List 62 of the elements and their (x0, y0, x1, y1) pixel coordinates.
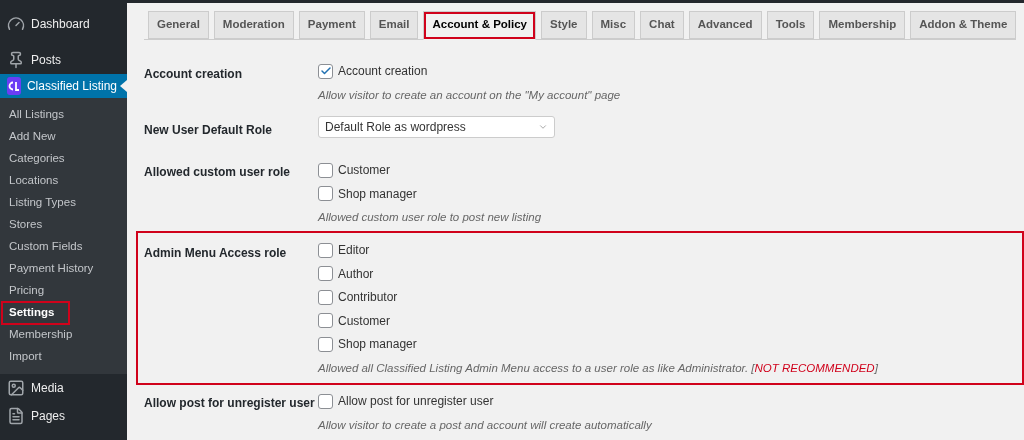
checkbox-label[interactable]: Customer (338, 311, 390, 330)
checkbox[interactable] (318, 313, 333, 329)
pages-icon (7, 407, 25, 425)
checkbox-label[interactable]: Shop manager (338, 335, 417, 354)
role-select[interactable]: Default Role as wordpress (318, 116, 555, 139)
checkbox-label[interactable]: Allow post for unregister user (338, 392, 494, 410)
checkbox-label[interactable]: Author (338, 264, 374, 283)
submenu-item[interactable]: Custom Fields (3, 237, 89, 257)
checkbox[interactable] (318, 266, 333, 282)
media-icon (7, 379, 25, 397)
logo-icon (7, 77, 21, 95)
submenu-item[interactable]: All Listings (3, 105, 70, 125)
field-description: Allowed all Classified Listing Admin Menu access to a user role as like Administrator. [NOT RECOMMENDED] (318, 361, 878, 376)
setting-label: Allow post for unregister user (144, 396, 315, 411)
settings-tab[interactable]: Misc (591, 10, 636, 39)
menu-item[interactable]: Pages (0, 402, 127, 430)
submenu-item[interactable]: Locations (3, 171, 65, 191)
pin-icon (7, 51, 25, 69)
checkbox-label[interactable]: Editor (338, 241, 370, 260)
checkbox-label[interactable]: Shop manager (338, 184, 417, 203)
settings-tab[interactable]: Addon & Theme (910, 10, 1017, 39)
submenu-item[interactable]: Listing Types (3, 193, 82, 213)
submenu-item[interactable]: Import (3, 347, 48, 367)
checkbox-label[interactable]: Account creation (338, 62, 428, 81)
submenu-item[interactable]: Stores (3, 215, 49, 235)
submenu-item[interactable]: Categories (3, 149, 71, 169)
checkbox[interactable] (318, 289, 333, 305)
submenu-item[interactable]: Membership (3, 325, 79, 345)
checkbox[interactable] (318, 336, 333, 352)
menu-item[interactable]: Media (0, 374, 127, 402)
checkbox[interactable] (318, 162, 333, 178)
settings-tab[interactable]: Payment (298, 10, 365, 39)
settings-tab[interactable]: Email (369, 10, 419, 39)
menu-item[interactable]: Dashboard (0, 10, 127, 38)
settings-tab[interactable]: Account & Policy (423, 10, 536, 40)
settings-tab[interactable]: Moderation (213, 10, 294, 39)
submenu-item[interactable]: Add New (3, 127, 62, 147)
setting-label: New User Default Role (144, 123, 273, 138)
field-description: Allow visitor to create a post and account will create automatically (318, 417, 652, 433)
setting-label: Admin Menu Access role (144, 245, 287, 260)
settings-tab[interactable]: Membership (819, 10, 906, 39)
checkbox[interactable] (318, 63, 333, 79)
checkbox-label[interactable]: Customer (338, 161, 390, 179)
submenu-item[interactable]: Settings (3, 303, 69, 323)
checkbox-label[interactable]: Contributor (338, 288, 398, 307)
setting-label: Allowed custom user role (144, 165, 291, 180)
field-description: Allow visitor to create an account on the "My account" page (318, 88, 621, 103)
settings-tab[interactable]: General (148, 10, 209, 39)
menu-item[interactable]: Posts (0, 46, 127, 74)
submenu-item[interactable]: Pricing (3, 281, 51, 301)
settings-tab[interactable]: Tools (766, 10, 815, 39)
checkbox[interactable] (318, 393, 333, 409)
field-description: Allowed custom user role to post new listing (318, 210, 542, 226)
gauge-icon (7, 15, 25, 33)
settings-tab[interactable]: Advanced (688, 10, 762, 39)
settings-tab[interactable]: Style (541, 10, 587, 39)
submenu-item[interactable]: Payment History (3, 259, 100, 279)
settings-tab[interactable]: Chat (640, 10, 684, 39)
menu-item[interactable]: Classified Listing (0, 74, 127, 98)
checkbox[interactable] (318, 242, 333, 258)
setting-label: Account creation (144, 66, 242, 81)
checkbox[interactable] (318, 186, 333, 201)
